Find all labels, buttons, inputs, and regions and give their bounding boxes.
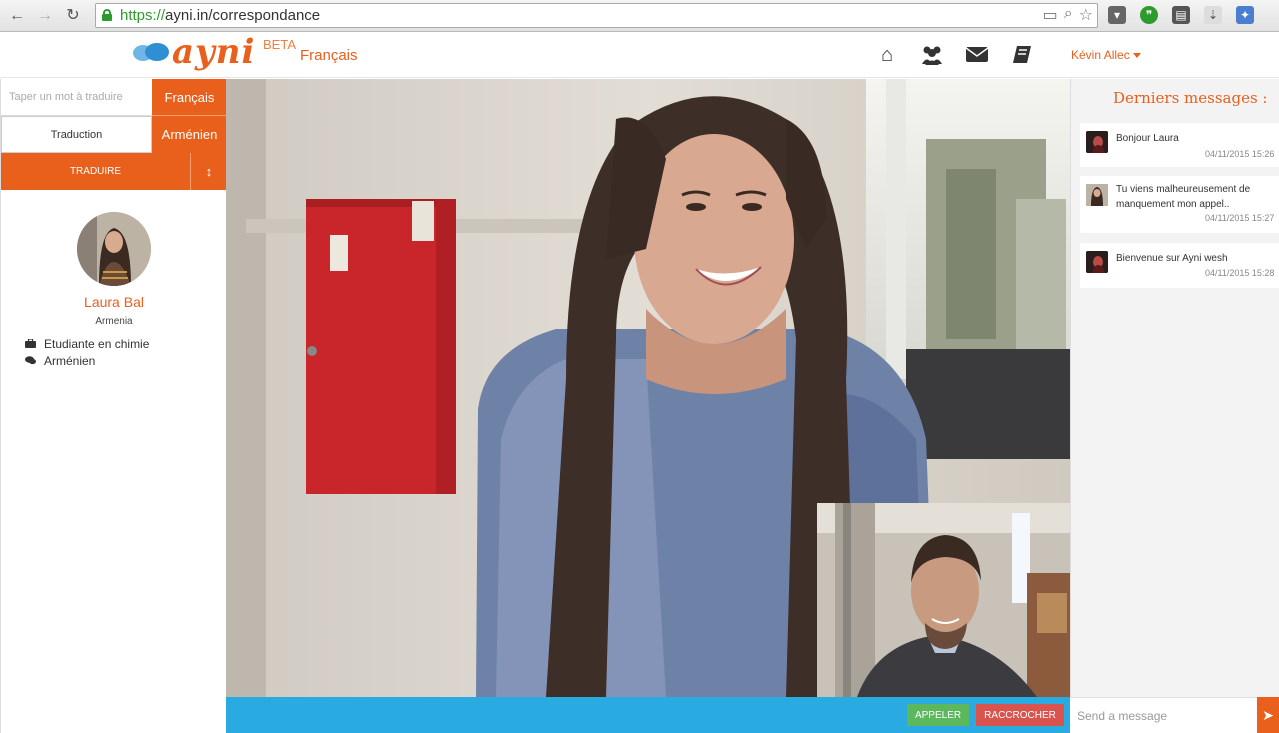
hangup-button[interactable]: RACCROCHER <box>976 704 1064 726</box>
target-language-button[interactable]: Arménien <box>152 116 227 153</box>
source-language-button[interactable]: Français <box>152 79 227 116</box>
logo[interactable]: ayni <box>172 32 255 72</box>
reload-icon[interactable]: ↻ <box>62 5 84 27</box>
profile-name[interactable]: Laura Bal <box>1 294 227 310</box>
word-to-translate-input[interactable] <box>1 79 152 116</box>
pocket-extension-icon[interactable]: ▾ <box>1108 6 1126 24</box>
call-control-bar: APPELER RACCROCHER <box>226 697 1070 733</box>
message-avatar <box>1086 131 1108 153</box>
message-item[interactable]: Bienvenue sur Ayni wesh 04/11/2015 15:28 <box>1080 243 1279 288</box>
bookmark-star-icon[interactable]: ☆ <box>1079 5 1093 25</box>
language-row: Arménien <box>25 354 95 368</box>
caret-down-icon <box>1132 53 1141 59</box>
hangouts-extension-icon[interactable]: ❞ <box>1140 6 1158 24</box>
book-icon[interactable] <box>1010 44 1034 66</box>
messages-title: Derniers messages : <box>1113 89 1268 107</box>
browser-toolbar: ← → ↻ https://ayni.in/correspondance ▭ ⌕… <box>0 0 1279 32</box>
swap-languages-button[interactable]: ↕ <box>190 153 227 190</box>
message-text: Bienvenue sur Ayni wesh <box>1116 253 1228 264</box>
app-header: ayni BETA Français ⌂ Kévin Allec <box>0 32 1279 78</box>
briefcase-icon <box>25 338 37 349</box>
send-message-input[interactable] <box>1070 698 1257 733</box>
lock-icon <box>102 9 112 21</box>
camera-icon[interactable]: ▭ <box>1043 5 1058 25</box>
translate-button[interactable]: TRADUIRE <box>1 153 190 190</box>
local-video-preview <box>817 503 1070 697</box>
translation-output: Traduction <box>1 116 152 153</box>
forward-arrow-icon[interactable]: → <box>34 5 56 27</box>
occupation-text: Etudiante en chimie <box>44 337 150 351</box>
message-item[interactable]: Tu viens malheureusement de manquement m… <box>1080 176 1279 233</box>
address-bar[interactable]: https://ayni.in/correspondance ▭ ⌕ ☆ <box>95 3 1098 28</box>
home-icon[interactable]: ⌂ <box>875 44 899 66</box>
send-button[interactable]: ➤ <box>1257 697 1279 733</box>
messages-panel: Derniers messages : Bonjour Laura 04/11/… <box>1070 79 1279 697</box>
url-text: https://ayni.in/correspondance <box>120 7 321 24</box>
message-time: 04/11/2015 15:26 <box>1205 149 1275 159</box>
message-time: 04/11/2015 15:27 <box>1205 213 1275 223</box>
shield-extension-icon[interactable]: ✦ <box>1236 6 1254 24</box>
message-text: Bonjour Laura <box>1116 133 1179 144</box>
message-avatar <box>1086 184 1108 206</box>
message-time: 04/11/2015 15:28 <box>1205 268 1275 278</box>
message-item[interactable]: Bonjour Laura 04/11/2015 15:26 <box>1080 123 1279 167</box>
profile-country: Armenia <box>95 316 133 327</box>
zoom-icon[interactable]: ⌕ <box>1064 5 1073 25</box>
back-arrow-icon[interactable]: ← <box>6 5 28 27</box>
message-avatar <box>1086 251 1108 273</box>
message-input-container <box>1070 697 1257 733</box>
message-text: Tu viens malheureusement de manquement m… <box>1116 184 1251 210</box>
user-menu[interactable]: Kévin Allec <box>1071 48 1141 62</box>
beta-badge: BETA <box>263 37 296 52</box>
users-icon[interactable] <box>920 44 944 66</box>
speech-bubbles-icon <box>25 356 37 366</box>
mail-icon[interactable] <box>965 44 989 66</box>
send-plane-icon: ➤ <box>1262 706 1274 723</box>
translator-sidebar: Français Traduction Arménien TRADUIRE ↕ … <box>0 79 227 733</box>
language-selector[interactable]: Français <box>300 47 358 64</box>
logo-bubbles-icon <box>133 43 171 65</box>
call-button[interactable]: APPELER <box>907 704 969 726</box>
language-text: Arménien <box>44 354 96 368</box>
film-extension-icon[interactable]: ▤ <box>1172 6 1190 24</box>
avatar <box>77 212 151 286</box>
download-extension-icon[interactable]: ⇣ <box>1204 6 1222 24</box>
occupation-row: Etudiante en chimie <box>25 337 149 351</box>
